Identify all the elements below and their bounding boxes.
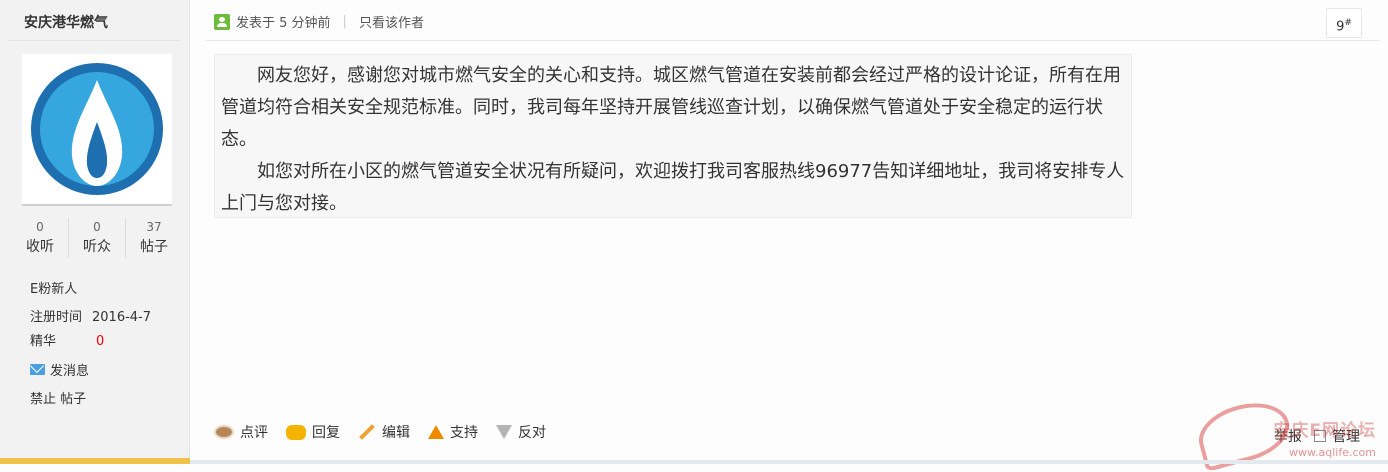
author-stats: 0 收听 0 听众 37 帖子: [12, 218, 182, 258]
speech-bubble-icon: [286, 424, 306, 440]
stat-label: 收听: [26, 239, 54, 255]
divider: [8, 40, 181, 41]
digest-info: 精华 0: [30, 330, 104, 349]
stat-label: 听众: [83, 239, 111, 255]
send-message-link[interactable]: 发消息: [30, 360, 89, 379]
only-author-link[interactable]: 只看该作者: [359, 12, 424, 31]
flame-logo-icon: [31, 63, 163, 195]
comment-button[interactable]: 点评: [214, 422, 268, 442]
user-level[interactable]: E粉新人: [30, 278, 77, 297]
stat-followers[interactable]: 0 听众: [69, 218, 126, 258]
oppose-button[interactable]: 反对: [496, 422, 546, 442]
digest-label: 精华: [30, 334, 57, 349]
support-label: 支持: [450, 425, 478, 441]
post-paragraph: 如您对所在小区的燃气管道安全状况有所疑问，欢迎拨打我司客服热线96977告知详细…: [221, 161, 1125, 214]
edit-label: 编辑: [382, 425, 410, 441]
digest-value: 0: [96, 334, 105, 349]
watermark-text: 安庆E网论坛: [1273, 421, 1376, 441]
ban-links: 禁止 帖子: [30, 388, 86, 407]
post-meta: 发表于 5 分钟前 | 只看该作者: [214, 12, 424, 31]
ban-link[interactable]: 禁止: [30, 392, 56, 407]
post-content: 网友您好，感谢您对城市燃气安全的关心和支持。城区燃气管道在安装前都会经过严格的设…: [214, 54, 1132, 218]
user-online-icon: [214, 13, 230, 30]
post-bottom-border: [190, 460, 1388, 464]
author-sidebar: 安庆港华燃气 0 收听 0 听众 37 帖子 E粉新人 注册时间 2016-4-7…: [0, 0, 190, 464]
sidebar-accent-bar: [0, 458, 190, 464]
avatar[interactable]: [22, 54, 172, 206]
floor-number[interactable]: 9#: [1326, 8, 1362, 38]
stat-value: 0: [36, 220, 44, 234]
comment-label: 点评: [240, 425, 268, 441]
reply-label: 回复: [312, 425, 340, 441]
stat-posts[interactable]: 37 帖子: [126, 218, 182, 258]
post-paragraph: 网友您好，感谢您对城市燃气安全的关心和支持。城区燃气管道在安装前都会经过严格的设…: [221, 65, 1121, 150]
edit-button[interactable]: 编辑: [358, 422, 410, 442]
coffee-cup-icon: [214, 425, 234, 439]
author-name[interactable]: 安庆港华燃气: [24, 12, 108, 32]
support-button[interactable]: 支持: [428, 422, 478, 442]
post-time: 发表于 5 分钟前: [236, 16, 331, 31]
oppose-label: 反对: [518, 425, 546, 441]
stat-value: 37: [146, 220, 162, 234]
divider: [205, 40, 1380, 41]
register-date: 2016-4-7: [92, 310, 152, 325]
stat-following[interactable]: 0 收听: [12, 218, 69, 258]
pencil-icon: [359, 424, 375, 440]
post-actions: 点评 回复 编辑 支持 反对: [214, 422, 564, 442]
mail-icon: [30, 364, 45, 375]
arrow-down-icon: [496, 425, 512, 439]
ban-posts-link[interactable]: 帖子: [60, 392, 86, 407]
reply-button[interactable]: 回复: [286, 422, 340, 442]
send-message-label: 发消息: [50, 364, 90, 379]
separator: |: [342, 14, 347, 29]
stat-value: 0: [93, 220, 101, 234]
watermark-url: www.aqlife.com: [1289, 446, 1376, 459]
stat-label: 帖子: [140, 239, 168, 255]
register-info: 注册时间 2016-4-7: [30, 306, 151, 325]
floor-mark: #: [1344, 18, 1352, 28]
register-label: 注册时间: [30, 310, 83, 325]
arrow-up-icon: [428, 425, 444, 439]
